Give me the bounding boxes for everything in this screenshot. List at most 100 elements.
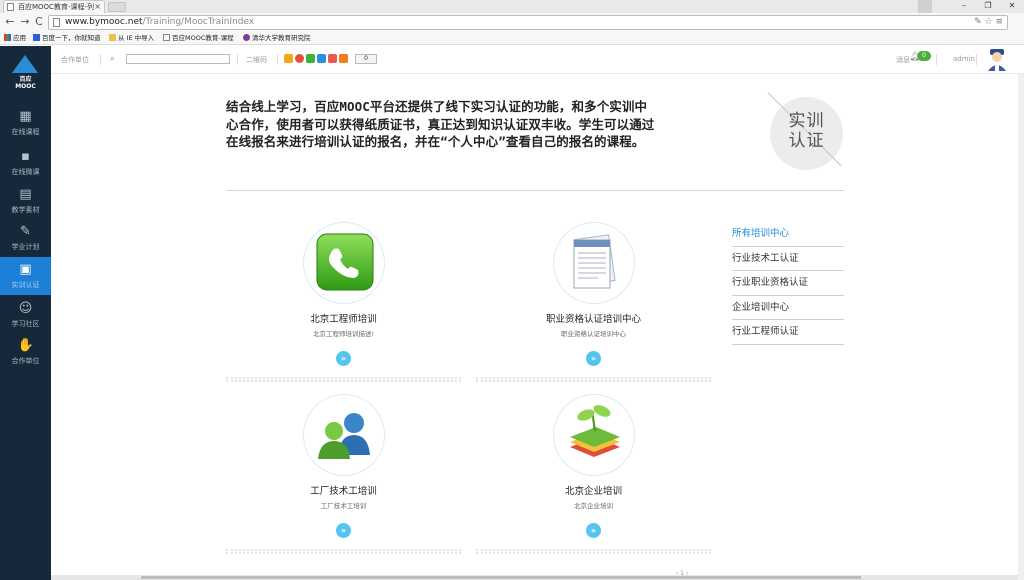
sidebar-item[interactable]: ▣ 实训认证 bbox=[0, 257, 51, 295]
tab-title: 百应MOOC教育-课程-列 bbox=[18, 3, 94, 11]
card-more-button[interactable]: » bbox=[336, 351, 351, 366]
browser-tab-bar: 百应MOOC教育-课程-列 × – ❐ ✕ bbox=[0, 0, 1024, 13]
page-icon bbox=[7, 3, 14, 11]
username[interactable]: admin bbox=[953, 55, 975, 63]
sidebar-item[interactable]: ▦ 在线课程 bbox=[0, 104, 51, 142]
vertical-scrollbar[interactable] bbox=[1018, 74, 1024, 580]
tab-close-icon[interactable]: × bbox=[94, 1, 101, 13]
intro-text: 结合线上学习，百应MOOC平台还提供了线下实习认证的功能，和多个实训中心合作，使… bbox=[226, 99, 655, 149]
tencent-weibo-share-icon[interactable] bbox=[317, 54, 326, 63]
tsinghua-icon bbox=[243, 34, 250, 41]
card-title[interactable]: 北京企业培训 bbox=[476, 483, 711, 497]
sidebar-item[interactable]: ☺ 学习社区 bbox=[0, 296, 51, 334]
bookmark-baidu[interactable]: 百度一下，你就知道 bbox=[33, 32, 101, 44]
close-window-button[interactable]: ✕ bbox=[1000, 0, 1024, 13]
qrcode-link[interactable]: 二维码 bbox=[246, 55, 267, 65]
qzone-share-icon[interactable] bbox=[284, 54, 293, 63]
bookmark-tsinghua[interactable]: 清华大学教育研究院 bbox=[243, 32, 311, 44]
back-button[interactable]: ← bbox=[4, 15, 16, 28]
training-card[interactable]: 北京工程师培训 北京工程师培训描述! » bbox=[226, 222, 461, 392]
bookmarks-bar: 应用 百度一下，你就知道 从 IE 中导入 百应MOOC教育-课程 清华大学教育… bbox=[0, 32, 1024, 45]
category-link-all[interactable]: 所有培训中心 bbox=[732, 222, 844, 247]
search-icon[interactable]: ⌕ bbox=[110, 54, 115, 64]
card-icon-circle bbox=[553, 222, 635, 304]
sidebar-item[interactable]: ✋ 合作单位 bbox=[0, 333, 51, 371]
messages-count-badge: 0 bbox=[917, 51, 931, 61]
browser-tab[interactable]: 百应MOOC教育-课程-列 × bbox=[3, 0, 105, 13]
weibo-share-icon[interactable] bbox=[295, 54, 304, 63]
logo[interactable]: 百应 MOOC bbox=[0, 46, 51, 94]
folder-icon bbox=[109, 34, 116, 41]
bookmark-ie-import[interactable]: 从 IE 中导入 bbox=[109, 32, 154, 44]
sidebar: 百应 MOOC ▦ 在线课程 ▪ 在线微课 ▤ 教学素材 ✎ 学业计划 ▣ 实训认证 ☺ 学习社区 ✋ 合… bbox=[0, 46, 51, 580]
card-title[interactable]: 北京工程师培训 bbox=[226, 311, 461, 325]
category-link-qualification[interactable]: 行业职业资格认证 bbox=[732, 271, 844, 296]
share-count: 0 bbox=[355, 54, 377, 64]
card-icon-circle bbox=[553, 394, 635, 476]
category-link-engineer[interactable]: 行业工程师认证 bbox=[732, 320, 844, 345]
search-input[interactable] bbox=[126, 54, 230, 64]
training-card[interactable]: 职业资格认证培训中心 职业资格认证培训中心 » bbox=[476, 222, 711, 392]
baidu-icon bbox=[33, 34, 40, 41]
logo-triangle-icon bbox=[12, 55, 38, 73]
card-title[interactable]: 工厂技术工培训 bbox=[226, 483, 461, 497]
sidebar-item[interactable]: ▪ 在线微课 bbox=[0, 144, 51, 182]
card-dotted-divider bbox=[226, 549, 461, 554]
bookmark-bymooc[interactable]: 百应MOOC教育-课程 bbox=[163, 32, 234, 44]
section-badge: 实训认证 bbox=[788, 111, 825, 151]
card-description: 工厂技术工培训 bbox=[320, 502, 367, 510]
card-dotted-divider bbox=[226, 377, 461, 382]
profile-icon[interactable] bbox=[918, 0, 932, 13]
training-card[interactable]: 工厂技术工培训 工厂技术工培训 » bbox=[226, 394, 461, 564]
sidebar-item-label: 学习社区 bbox=[11, 320, 40, 328]
sidebar-item[interactable]: ✎ 学业计划 bbox=[0, 219, 51, 257]
training-card[interactable]: 北京企业培训 北京企业培训 » bbox=[476, 394, 711, 564]
divider bbox=[976, 54, 977, 65]
avatar[interactable] bbox=[986, 47, 1008, 71]
page-icon bbox=[163, 34, 170, 41]
card-description: 北京工程师培训描述! bbox=[312, 330, 375, 338]
bookmark-apps[interactable]: 应用 bbox=[4, 32, 26, 44]
bookmark-star-icon[interactable]: ✎ ☆ ≡ bbox=[974, 16, 1003, 29]
section-divider bbox=[226, 190, 844, 191]
url-host: www.bymooc.net bbox=[65, 17, 143, 27]
divider bbox=[237, 54, 238, 65]
messages-link[interactable]: 消息 bbox=[896, 55, 910, 65]
card-description: 职业资格认证培训中心 bbox=[561, 330, 626, 338]
reload-button[interactable]: C bbox=[33, 15, 45, 28]
category-link-enterprise[interactable]: 企业培训中心 bbox=[732, 296, 844, 321]
files-icon: ▤ bbox=[19, 187, 32, 202]
renren-share-icon[interactable] bbox=[328, 54, 337, 63]
category-link-tech-worker[interactable]: 行业技术工认证 bbox=[732, 247, 844, 272]
horizontal-scrollbar[interactable] bbox=[51, 575, 1018, 580]
divider bbox=[277, 54, 278, 65]
card-more-button[interactable]: » bbox=[586, 351, 601, 366]
address-bar[interactable]: www.bymooc.net/Training/MoocTrainIndex ✎… bbox=[48, 15, 1008, 30]
more-share-icon[interactable] bbox=[339, 54, 348, 63]
logo-text: 百应 MOOC bbox=[15, 76, 36, 90]
sidebar-item-label: 在线课程 bbox=[11, 128, 40, 136]
plant-books-icon bbox=[570, 405, 620, 457]
card-more-button[interactable]: » bbox=[336, 523, 351, 538]
scrollbar-thumb[interactable] bbox=[141, 576, 861, 579]
wechat-share-icon[interactable] bbox=[306, 54, 315, 63]
card-icon-circle bbox=[303, 222, 385, 304]
partner-link[interactable]: 合作单位 bbox=[61, 55, 89, 65]
maximize-button[interactable]: ❐ bbox=[976, 0, 1000, 13]
pencil-icon: ✎ bbox=[20, 224, 31, 239]
minimize-button[interactable]: – bbox=[952, 0, 976, 13]
users-icon bbox=[318, 413, 370, 459]
new-tab-button[interactable] bbox=[108, 2, 126, 12]
apps-icon bbox=[4, 34, 11, 41]
card-more-button[interactable]: » bbox=[586, 523, 601, 538]
category-nav: 所有培训中心 行业技术工认证 行业职业资格认证 企业培训中心 行业工程师认证 bbox=[732, 222, 844, 345]
forward-button[interactable]: → bbox=[19, 15, 31, 28]
card-icon-circle bbox=[303, 394, 385, 476]
people-icon: ☺ bbox=[18, 301, 33, 316]
sidebar-item[interactable]: ▤ 教学素材 bbox=[0, 182, 51, 220]
url-path: /Training/MoocTrainIndex bbox=[142, 17, 255, 27]
card-title[interactable]: 职业资格认证培训中心 bbox=[476, 311, 711, 325]
handshake-icon: ✋ bbox=[17, 338, 34, 353]
small-grid-icon: ▪ bbox=[21, 149, 30, 164]
sidebar-item-label: 合作单位 bbox=[11, 357, 40, 365]
